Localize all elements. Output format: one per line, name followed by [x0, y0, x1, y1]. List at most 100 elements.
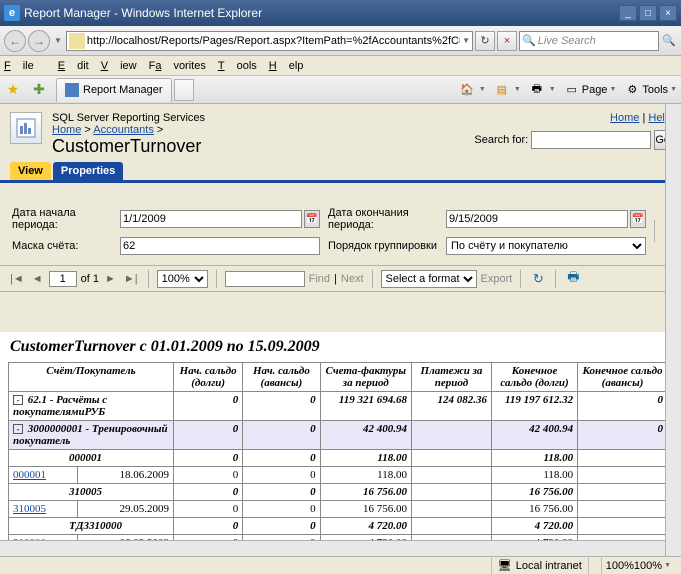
browser-tab[interactable]: Report Manager: [56, 78, 172, 102]
drill-link[interactable]: 310005: [13, 503, 46, 515]
forward-button[interactable]: →: [28, 30, 50, 52]
tools-menu[interactable]: ⚙Tools▼: [624, 82, 677, 98]
gear-icon: ⚙: [624, 82, 640, 98]
param-start-input[interactable]: [120, 210, 302, 228]
breadcrumb: Home > Accountants >: [52, 124, 205, 136]
menu-favorites[interactable]: Favorites: [149, 60, 206, 72]
breadcrumb-accountants[interactable]: Accountants: [93, 124, 154, 136]
page-icon: [69, 33, 85, 49]
vertical-scrollbar[interactable]: [665, 104, 681, 556]
menu-bar: File Edit View Favorites Tools Help: [0, 56, 681, 76]
zoom-label: 100%: [606, 560, 634, 572]
search-for-input[interactable]: [531, 131, 651, 149]
ssrs-service-line: SQL Server Reporting Services: [52, 112, 205, 124]
drill-link[interactable]: 000001: [13, 469, 46, 481]
search-for-label: Search for:: [474, 134, 528, 146]
table-header: Счёт/Покупатель: [9, 363, 174, 392]
intranet-icon: 🖥: [498, 559, 512, 572]
table-header: Счета-фактуры за период: [320, 363, 411, 392]
breadcrumb-home[interactable]: Home: [52, 124, 81, 136]
table-header: Нач. сальдо (авансы): [243, 363, 320, 392]
tab-view[interactable]: View: [10, 162, 51, 180]
report-table: Счёт/ПокупательНач. сальдо (долги)Нач. с…: [8, 362, 668, 540]
back-button[interactable]: ←: [4, 30, 26, 52]
table-row: 00000118.06.200900118.00118.00: [9, 467, 668, 484]
table-row: ТД3310000004 720.004 720.00: [9, 518, 668, 535]
param-start-label: Дата начала периода:: [12, 207, 112, 231]
page-of-label: of 1: [81, 273, 99, 285]
report-viewer-toolbar: |◄ ◄ of 1 ► ►| 100% Find | Next Select a…: [0, 266, 681, 292]
zone-indicator: 🖥Local intranet: [491, 557, 588, 574]
add-favorites-button[interactable]: ✚: [28, 79, 50, 101]
first-page-button[interactable]: |◄: [8, 273, 26, 285]
table-header: Конечное сальдо (авансы): [578, 363, 668, 392]
zoom-select[interactable]: 100%: [157, 270, 208, 288]
param-end-input[interactable]: [446, 210, 628, 228]
report-body: CustomerTurnover с 01.01.2009 по 15.09.2…: [0, 332, 681, 540]
page-menu[interactable]: ▭Page▼: [564, 82, 617, 98]
tab-page-icon: [65, 83, 79, 97]
live-search-box[interactable]: 🔍 Live Search: [519, 31, 659, 51]
tab-properties[interactable]: Properties: [53, 162, 123, 180]
table-row: - 62.1 - Расчёты с покупателямиРУБ00119 …: [9, 392, 668, 421]
find-link[interactable]: Find: [309, 273, 330, 285]
protected-mode-cell: [588, 557, 601, 574]
ssrs-tabs: View Properties: [0, 161, 681, 183]
horizontal-scrollbar[interactable]: [0, 540, 665, 556]
print-button[interactable]: 🖶▼: [529, 82, 556, 98]
print-icon: 🖶: [529, 82, 545, 98]
table-row: - 3000000001 - Тренировочный покупатель0…: [9, 421, 668, 450]
table-row: 00000100118.00118.00: [9, 450, 668, 467]
param-end-label: Дата окончания периода:: [328, 207, 438, 231]
menu-help[interactable]: Help: [269, 60, 304, 72]
rss-icon: ▤: [494, 82, 510, 98]
next-page-button[interactable]: ►: [103, 273, 118, 285]
prev-page-button[interactable]: ◄: [30, 273, 45, 285]
table-header: Конечное сальдо (долги): [491, 363, 577, 392]
page-content: SQL Server Reporting Services Home > Acc…: [0, 104, 681, 556]
address-dropdown[interactable]: ▼: [462, 36, 470, 45]
new-tab-button[interactable]: [174, 79, 194, 101]
ssrs-header: SQL Server Reporting Services Home > Acc…: [0, 104, 681, 161]
page-number-input[interactable]: [49, 271, 77, 287]
maximize-button[interactable]: □: [639, 5, 657, 21]
favorites-center-button[interactable]: ★: [2, 79, 24, 101]
address-bar[interactable]: http://localhost/Reports/Pages/Report.as…: [66, 31, 473, 51]
expander-button[interactable]: -: [13, 424, 23, 434]
nav-history-dropdown[interactable]: ▼: [54, 36, 62, 45]
window-titlebar: e Report Manager - Windows Internet Expl…: [0, 0, 681, 26]
param-group-select[interactable]: По счёту и покупателю: [446, 237, 646, 255]
ssrs-logo-icon: [10, 112, 42, 144]
calendar-icon[interactable]: 📅: [304, 210, 320, 228]
refresh-button[interactable]: ↻: [475, 31, 495, 51]
tab-title: Report Manager: [83, 84, 163, 96]
find-next-link[interactable]: Next: [341, 273, 364, 285]
table-row: 3100050016 756.0016 756.00: [9, 484, 668, 501]
export-link[interactable]: Export: [481, 273, 513, 285]
page-icon: ▭: [564, 82, 580, 98]
param-mask-input[interactable]: [120, 237, 320, 255]
table-row: 31000529.05.20090016 756.0016 756.00: [9, 501, 668, 518]
feeds-button[interactable]: ▤▼: [494, 82, 521, 98]
stop-button[interactable]: ×: [497, 31, 517, 51]
link-home[interactable]: Home: [610, 112, 639, 124]
report-title: CustomerTurnover с 01.01.2009 по 15.09.2…: [0, 332, 681, 362]
zoom-control[interactable]: 100% 100% ▼: [601, 557, 677, 574]
menu-view[interactable]: View: [101, 60, 137, 72]
last-page-button[interactable]: ►|: [122, 273, 140, 285]
browser-navbar: ← → ▼ http://localhost/Reports/Pages/Rep…: [0, 26, 681, 56]
menu-tools[interactable]: Tools: [218, 60, 257, 72]
close-button[interactable]: ×: [659, 5, 677, 21]
export-format-select[interactable]: Select a format: [381, 270, 477, 288]
search-go-button[interactable]: 🔍: [661, 31, 677, 51]
calendar-icon[interactable]: 📅: [630, 210, 646, 228]
menu-edit[interactable]: Edit: [58, 60, 89, 72]
home-button[interactable]: 🏠▼: [459, 82, 486, 98]
page-title: CustomerTurnover: [52, 136, 205, 157]
menu-file[interactable]: File: [4, 60, 46, 72]
minimize-button[interactable]: _: [619, 5, 637, 21]
refresh-report-button[interactable]: ↻: [529, 270, 547, 288]
find-input[interactable]: [225, 271, 305, 287]
expander-button[interactable]: -: [13, 395, 23, 405]
print-report-button[interactable]: 🖶: [564, 270, 582, 288]
